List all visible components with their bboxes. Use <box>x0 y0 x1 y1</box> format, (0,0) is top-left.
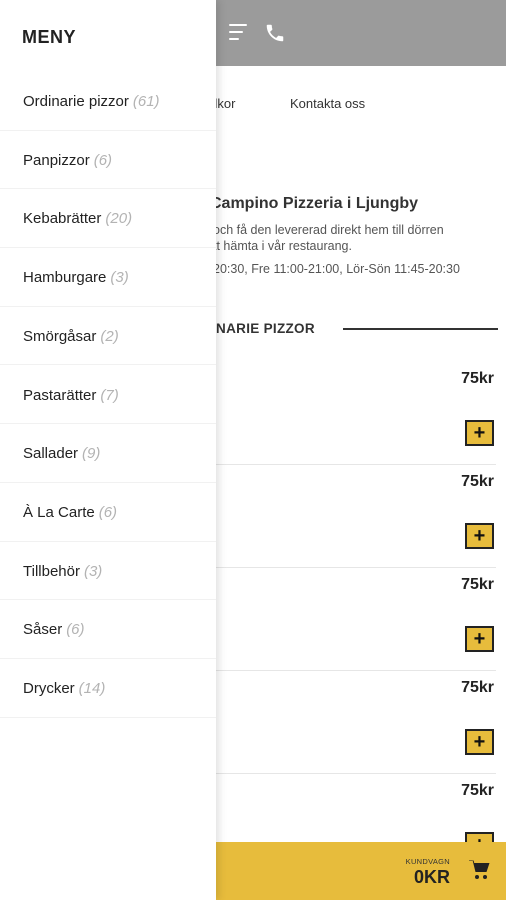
menu-item-name: Tillbehör <box>23 562 80 580</box>
menu-item-name: Hamburgare <box>23 269 107 287</box>
add-to-cart-button[interactable]: + <box>465 420 494 446</box>
menu-item-label: Smörgåsar (2) <box>23 328 119 345</box>
product-price: 75kr <box>461 679 494 696</box>
product-row[interactable]: 75kr + <box>200 671 496 774</box>
nav-link-contact[interactable]: Kontakta oss <box>290 96 365 111</box>
product-row[interactable]: 75kr + <box>200 568 496 671</box>
menu-item-count: (9) <box>82 445 101 463</box>
menu-item-name: Kebabrätter <box>23 210 102 228</box>
menu-item-name: Såser <box>23 621 63 639</box>
product-price: 75kr <box>461 576 494 593</box>
cart-icon[interactable] <box>468 859 492 881</box>
drawer-title: MENY <box>22 27 77 47</box>
menu-item-count: (2) <box>100 327 119 345</box>
menu-item-label: Kebabrätter (20) <box>23 210 132 227</box>
menu-item-label: Sallader (9) <box>23 445 100 462</box>
menu-item-label: Panpizzor (6) <box>23 152 112 169</box>
menu-item[interactable]: Drycker (14) <box>0 659 216 718</box>
menu-item-count: (3) <box>83 562 103 580</box>
menu-item-label: Tillbehör (3) <box>23 563 102 580</box>
menu-item-name: Pastarätter <box>23 386 97 404</box>
add-to-cart-button[interactable]: + <box>465 626 494 652</box>
menu-item-label: Ordinarie pizzor (61) <box>23 93 160 110</box>
menu-item-count: (6) <box>98 503 118 521</box>
menu-item-name: Ordinarie pizzor <box>23 93 129 110</box>
product-price: 75kr <box>461 473 494 490</box>
menu-item-label: Hamburgare (3) <box>23 269 129 286</box>
section-divider <box>343 328 498 330</box>
phone-icon[interactable] <box>264 22 286 44</box>
restaurant-description-line-1: och få den levererad direkt hem till dör… <box>213 223 444 237</box>
menu-item[interactable]: À La Carte (6) <box>0 483 216 542</box>
menu-item-count: (7) <box>100 386 119 404</box>
menu-item-count: (61) <box>132 93 160 110</box>
restaurant-title: Campino Pizzeria i Ljungby <box>210 195 419 212</box>
menu-item[interactable]: Smörgåsar (2) <box>0 307 216 366</box>
menu-item-name: Panpizzor <box>23 151 90 169</box>
menu-item-count: (6) <box>93 151 113 169</box>
menu-item[interactable]: Panpizzor (6) <box>0 131 216 190</box>
menu-item-label: À La Carte (6) <box>23 504 117 521</box>
menu-item-count: (20) <box>105 210 133 228</box>
menu-item-name: Sallader <box>23 445 79 463</box>
menu-item[interactable]: Pastarätter (7) <box>0 366 216 425</box>
menu-item[interactable]: Såser (6) <box>0 600 216 659</box>
menu-item[interactable]: Ordinarie pizzor (61) <box>0 72 216 131</box>
product-price: 75kr <box>461 782 494 799</box>
menu-item-count: (14) <box>78 680 106 697</box>
cart-bar[interactable]: KUNDVAGN 0KR <box>215 842 506 900</box>
menu-item-label: Såser (6) <box>23 621 85 638</box>
cart-label: KUNDVAGN <box>405 857 450 866</box>
menu-item[interactable]: Sallader (9) <box>0 424 216 483</box>
product-price: 75kr <box>461 370 494 387</box>
menu-item[interactable]: Kebabrätter (20) <box>0 189 216 249</box>
cart-total: 0KR <box>413 867 450 887</box>
menu-item-name: Smörgåsar <box>23 327 97 345</box>
menu-item-count: (3) <box>110 269 129 287</box>
add-to-cart-button[interactable]: + <box>465 523 494 549</box>
menu-item[interactable]: Tillbehör (3) <box>0 542 216 601</box>
menu-item-name: Drycker <box>23 680 75 697</box>
menu-item-name: À La Carte <box>23 503 95 521</box>
section-heading: INARIE PIZZOR <box>212 321 315 336</box>
menu-item-label: Drycker (14) <box>23 680 105 697</box>
hamburger-icon[interactable] <box>229 24 249 42</box>
add-to-cart-button[interactable]: + <box>465 729 494 755</box>
menu-drawer: MENY Ordinarie pizzor (61) Panpizzor (6) Keb… <box>0 0 216 900</box>
product-row[interactable]: 75kr + <box>200 362 496 465</box>
menu-item-count: (6) <box>66 621 85 639</box>
restaurant-description-line-2: tt hämta i vår restaurang. <box>213 239 352 253</box>
menu-item[interactable]: Hamburgare (3) <box>0 248 216 307</box>
product-row[interactable]: 75kr + <box>200 465 496 568</box>
opening-hours: 20:30, Fre 11:00-21:00, Lör-Sön 11:45-20… <box>213 262 460 276</box>
menu-item-label: Pastarätter (7) <box>23 387 119 404</box>
restaurant-description: och få den levererad direkt hem till dör… <box>213 222 506 254</box>
